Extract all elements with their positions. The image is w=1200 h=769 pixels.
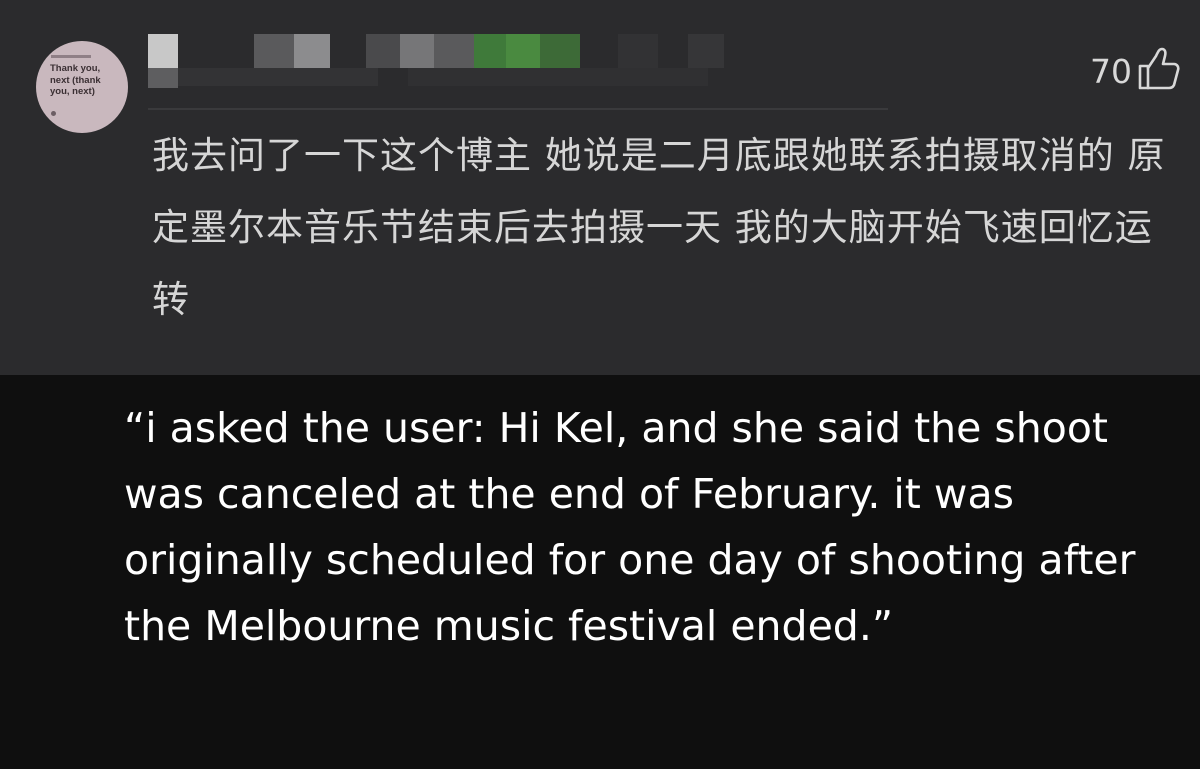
comment-card: Thank you, next (thank you, next) 70 我去问…	[0, 0, 1200, 375]
avatar-text: Thank you, next (thank you, next)	[50, 63, 101, 97]
avatar-header-line	[51, 55, 91, 58]
username-separator	[148, 108, 888, 110]
username-blurred[interactable]	[148, 34, 788, 102]
translation-text: “i asked the user: Hi Kel, and she said …	[124, 404, 1136, 650]
like-count: 70	[1090, 52, 1132, 91]
thumbs-up-icon[interactable]	[1136, 46, 1180, 92]
comment-text: 我去问了一下这个博主 她说是二月底跟她联系拍摄取消的 原定墨尔本音乐节结束后去拍…	[152, 134, 1166, 321]
avatar[interactable]: Thank you, next (thank you, next)	[36, 41, 128, 133]
translation-caption: “i asked the user: Hi Kel, and she said …	[0, 375, 1200, 769]
avatar-dot	[51, 111, 56, 116]
